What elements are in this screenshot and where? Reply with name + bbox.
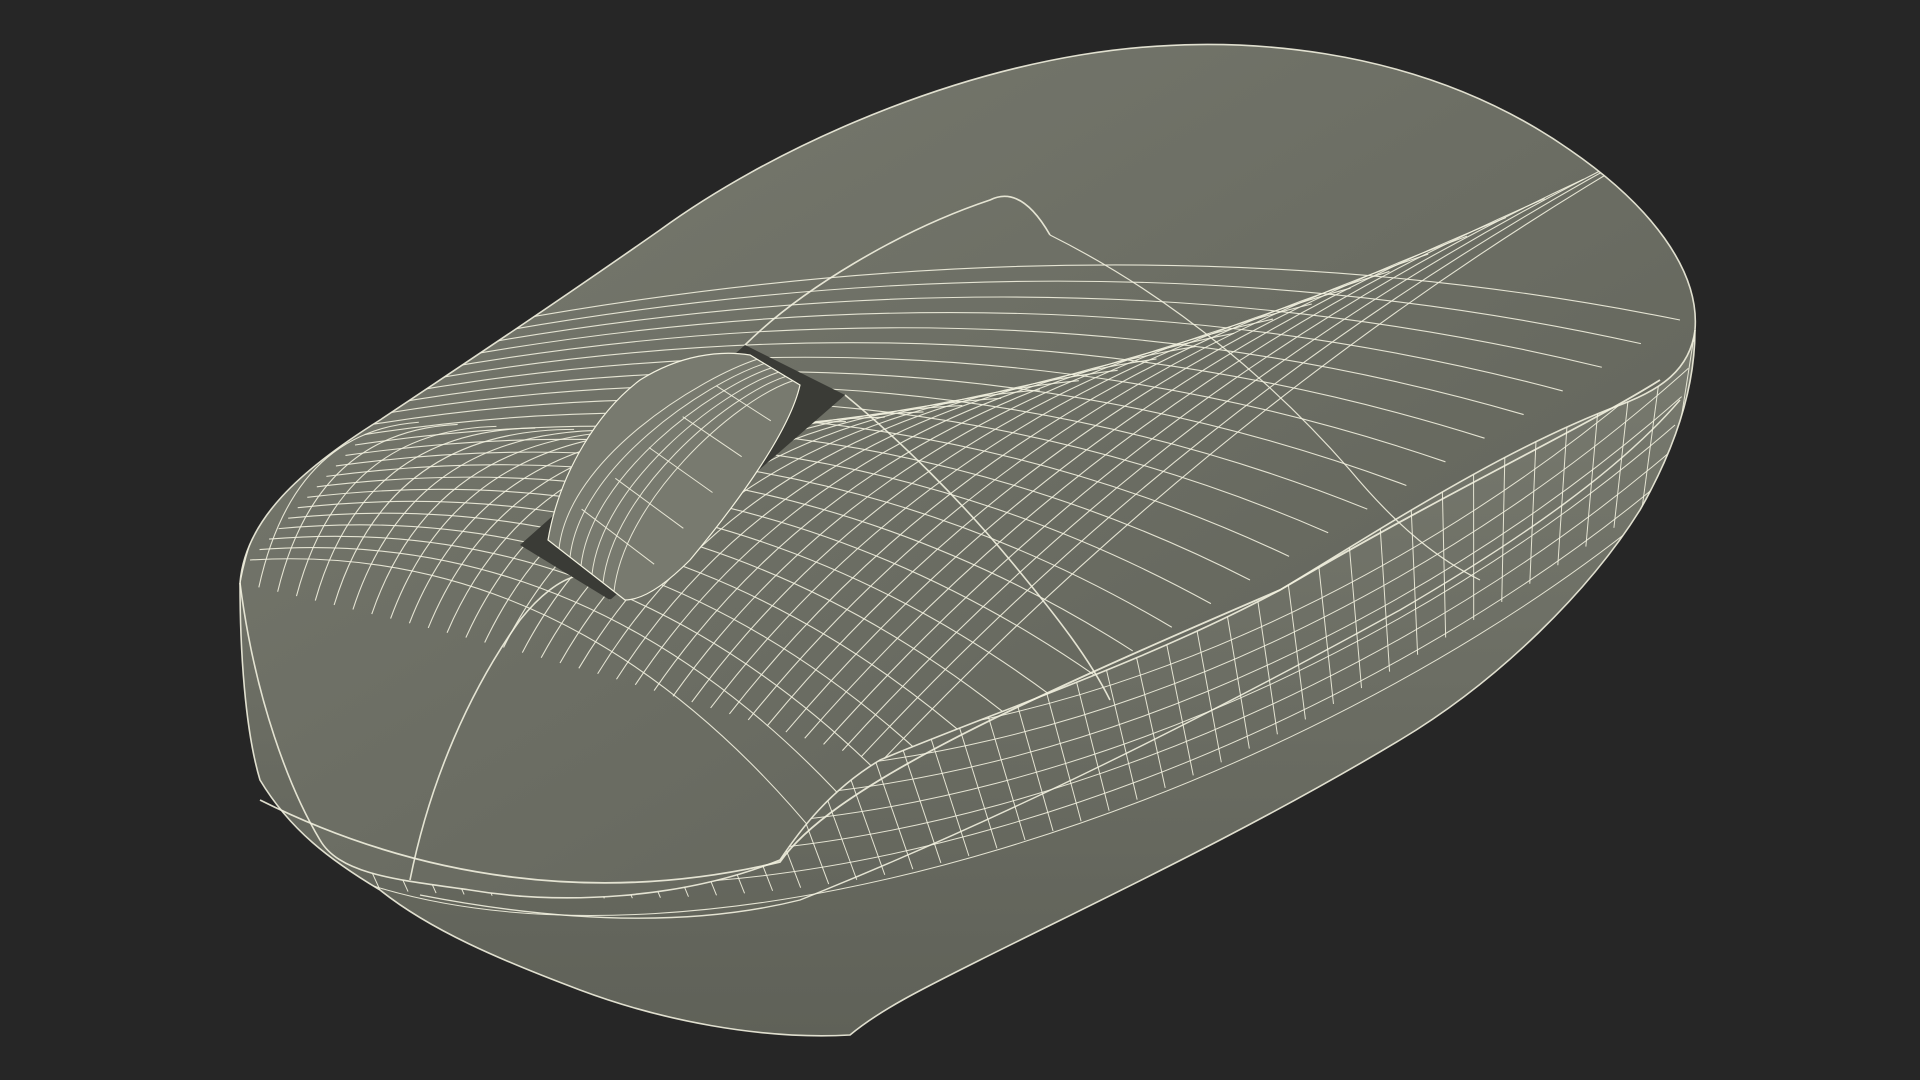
viewport xyxy=(0,0,1920,1080)
mouse-wireframe-render xyxy=(239,43,1697,1037)
